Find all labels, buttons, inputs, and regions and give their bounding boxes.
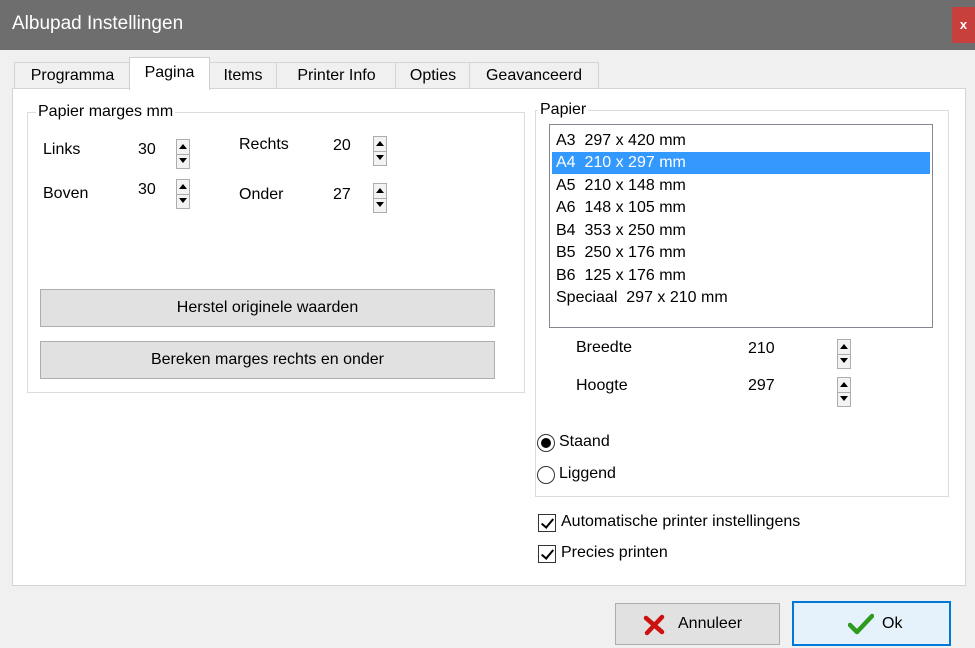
- spin-down-icon[interactable]: [177, 194, 189, 208]
- spin-up-icon[interactable]: [177, 180, 189, 195]
- ok-button[interactable]: Ok: [792, 601, 951, 646]
- cancel-button[interactable]: Annuleer: [615, 603, 780, 645]
- list-item[interactable]: A5 210 x 148 mm: [552, 175, 930, 197]
- spin-down-icon[interactable]: [177, 154, 189, 168]
- spin-down-icon[interactable]: [838, 392, 850, 406]
- paper-legend: Papier: [538, 101, 589, 119]
- landscape-radio[interactable]: [537, 466, 555, 484]
- boven-value[interactable]: 30: [138, 181, 156, 199]
- links-spinner[interactable]: [176, 139, 190, 169]
- precise-print-checkbox[interactable]: [538, 545, 556, 563]
- tab-printer-info[interactable]: Printer Info: [276, 62, 397, 88]
- green-check-icon: [848, 613, 874, 635]
- margins-legend: Papier marges mm: [36, 103, 176, 121]
- window-title: Albupad Instellingen: [12, 13, 184, 34]
- tab-pagina[interactable]: Pagina: [129, 57, 210, 90]
- calc-margins-button[interactable]: Bereken marges rechts en onder: [40, 341, 495, 379]
- breedte-value[interactable]: 210: [748, 340, 775, 358]
- hoogte-label: Hoogte: [576, 377, 628, 394]
- links-value[interactable]: 30: [138, 141, 156, 159]
- paper-size-list[interactable]: A3 297 x 420 mm A4 210 x 297 mm A5 210 x…: [549, 124, 933, 328]
- spin-down-icon[interactable]: [374, 151, 386, 165]
- hoogte-value[interactable]: 297: [748, 377, 775, 395]
- spin-down-icon[interactable]: [838, 354, 850, 368]
- portrait-radio[interactable]: [537, 434, 555, 452]
- precise-print-label[interactable]: Precies printen: [561, 544, 668, 562]
- tab-items[interactable]: Items: [208, 62, 278, 88]
- list-item[interactable]: A3 297 x 420 mm: [552, 130, 930, 152]
- list-item-selected[interactable]: A4 210 x 297 mm: [552, 152, 930, 174]
- spin-up-icon[interactable]: [177, 140, 189, 155]
- reset-margins-button[interactable]: Herstel originele waarden: [40, 289, 495, 327]
- list-item[interactable]: A6 148 x 105 mm: [552, 197, 930, 219]
- list-item[interactable]: B5 250 x 176 mm: [552, 242, 930, 264]
- breedte-label: Breedte: [576, 339, 633, 356]
- tab-geavanceerd[interactable]: Geavanceerd: [469, 62, 599, 88]
- red-x-icon: [643, 614, 665, 636]
- spin-up-icon[interactable]: [374, 184, 386, 199]
- spin-up-icon[interactable]: [374, 137, 386, 152]
- spin-up-icon[interactable]: [838, 340, 850, 355]
- landscape-label[interactable]: Liggend: [559, 465, 616, 483]
- auto-printer-checkbox[interactable]: [538, 514, 556, 532]
- rechts-value[interactable]: 20: [333, 137, 351, 155]
- spin-down-icon[interactable]: [374, 198, 386, 212]
- breedte-spinner[interactable]: [837, 339, 851, 369]
- boven-spinner[interactable]: [176, 179, 190, 209]
- close-button[interactable]: x: [952, 7, 975, 43]
- tab-programma[interactable]: Programma: [14, 62, 131, 88]
- hoogte-spinner[interactable]: [837, 377, 851, 407]
- list-item[interactable]: B4 353 x 250 mm: [552, 220, 930, 242]
- onder-value[interactable]: 27: [333, 186, 351, 204]
- cancel-button-label: Annuleer: [678, 615, 743, 632]
- links-label: Links: [43, 141, 81, 158]
- rechts-label: Rechts: [239, 136, 289, 153]
- list-item[interactable]: Speciaal 297 x 210 mm: [552, 287, 930, 309]
- portrait-label[interactable]: Staand: [559, 433, 610, 451]
- auto-printer-label[interactable]: Automatische printer instellingens: [561, 513, 800, 531]
- spin-up-icon[interactable]: [838, 378, 850, 393]
- onder-spinner[interactable]: [373, 183, 387, 213]
- list-item[interactable]: B6 125 x 176 mm: [552, 265, 930, 287]
- ok-button-label: Ok: [882, 615, 903, 632]
- boven-label: Boven: [43, 185, 89, 202]
- tab-opties[interactable]: Opties: [395, 62, 471, 88]
- rechts-spinner[interactable]: [373, 136, 387, 166]
- onder-label: Onder: [239, 186, 284, 203]
